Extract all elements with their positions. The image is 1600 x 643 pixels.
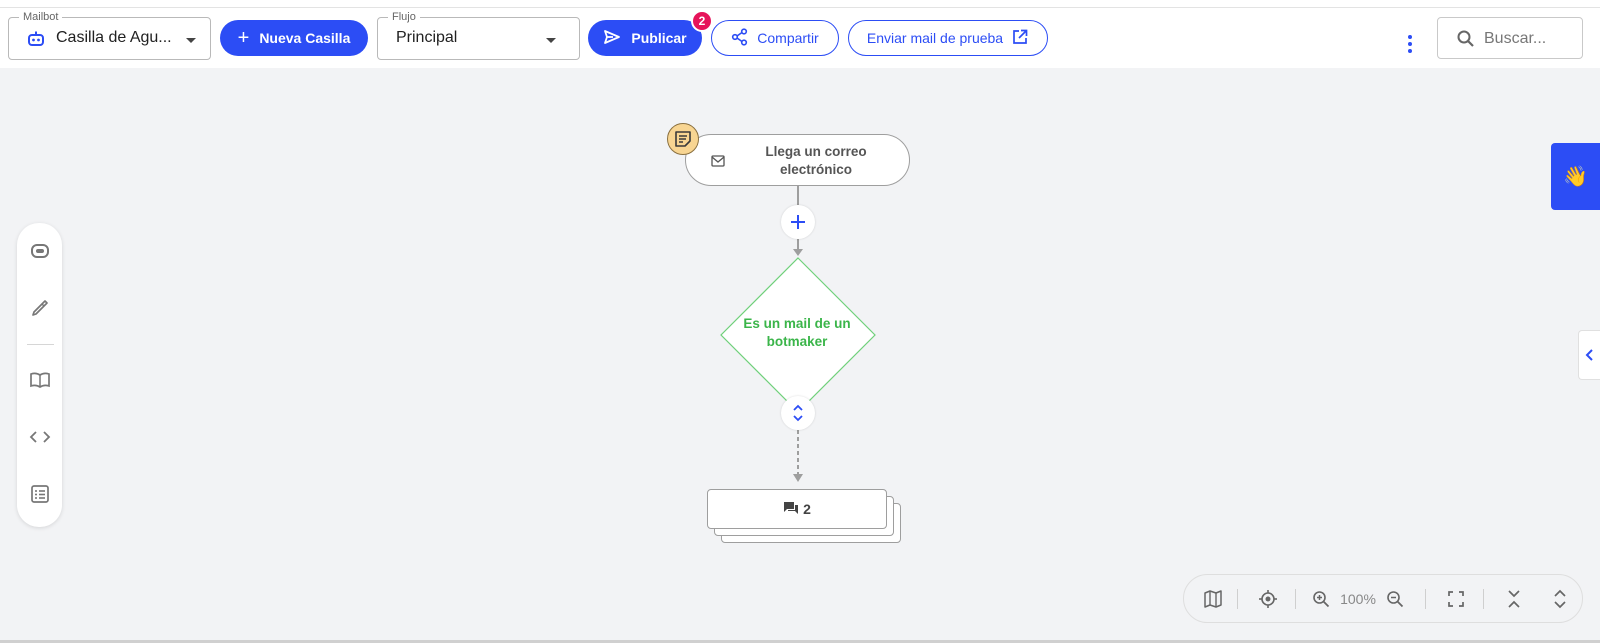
wave-help-button[interactable]: 👋 — [1551, 143, 1600, 210]
start-node-label: Llega un correo electrónico — [765, 144, 867, 177]
canvas-controls: 100% — [1183, 574, 1583, 623]
separator — [1483, 589, 1484, 609]
message-count: 2 — [803, 501, 811, 517]
expand-collapse-button[interactable] — [781, 396, 815, 430]
waving-hand-icon: 👋 — [1563, 166, 1588, 188]
add-step-button[interactable] — [781, 205, 815, 239]
zoom-in-icon[interactable] — [1306, 575, 1336, 622]
mail-icon — [711, 154, 725, 172]
collapse-all-icon[interactable] — [1494, 575, 1534, 622]
plus-icon — [791, 215, 805, 229]
map-icon[interactable] — [1196, 575, 1230, 622]
start-node[interactable]: Llega un correo electrónico — [685, 134, 910, 186]
zoom-out-icon[interactable] — [1380, 575, 1410, 622]
chevron-left-icon — [1585, 349, 1593, 361]
separator — [1425, 589, 1426, 609]
message-group-node[interactable]: 2 — [707, 489, 887, 529]
locate-icon[interactable] — [1248, 575, 1288, 622]
chat-icon — [783, 501, 799, 518]
note-icon[interactable] — [667, 123, 699, 155]
collapse-panel-button[interactable] — [1578, 330, 1600, 380]
separator — [1295, 589, 1296, 609]
decision-label: Es un mail de un botmaker — [743, 316, 851, 349]
zoom-level: 100% — [1340, 590, 1376, 607]
unfold-icon — [793, 404, 803, 422]
separator — [1237, 589, 1238, 609]
expand-all-icon[interactable] — [1540, 575, 1580, 622]
fullscreen-icon[interactable] — [1436, 575, 1476, 622]
